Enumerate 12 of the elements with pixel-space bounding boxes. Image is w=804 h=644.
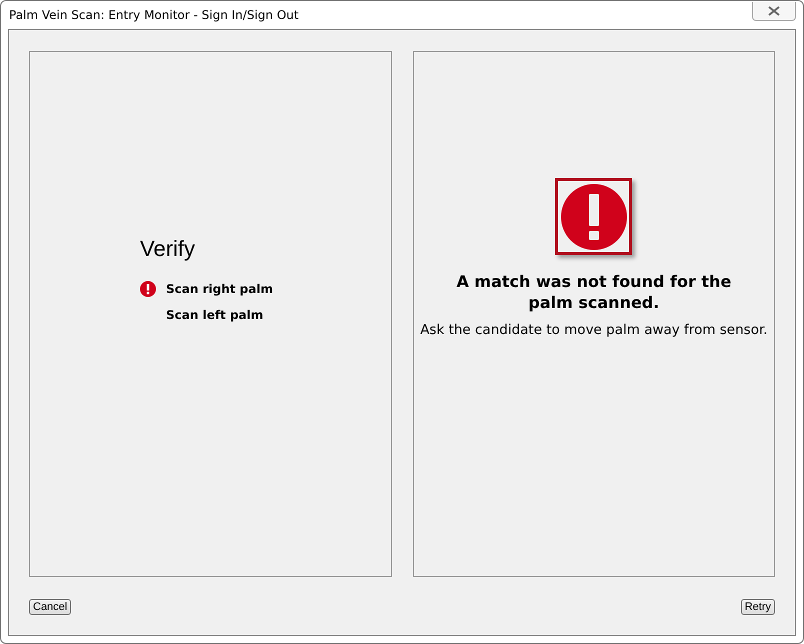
step-label: Scan left palm: [166, 308, 264, 322]
result-heading: A match was not found for the palm scanned.: [455, 271, 732, 313]
cancel-button[interactable]: Cancel: [29, 599, 72, 615]
verify-title: Verify: [140, 236, 196, 262]
result-instruction: Ask the candidate to move palm away from sensor.: [420, 322, 768, 338]
close-icon: [768, 6, 780, 16]
retry-button[interactable]: Retry: [740, 599, 775, 615]
alert-icon: [555, 178, 632, 255]
step-label: Scan right palm: [166, 282, 273, 296]
error-icon: [140, 281, 156, 297]
window-title: Palm Vein Scan: Entry Monitor - Sign In/Sign Out: [8, 8, 299, 22]
close-button[interactable]: [752, 2, 796, 20]
